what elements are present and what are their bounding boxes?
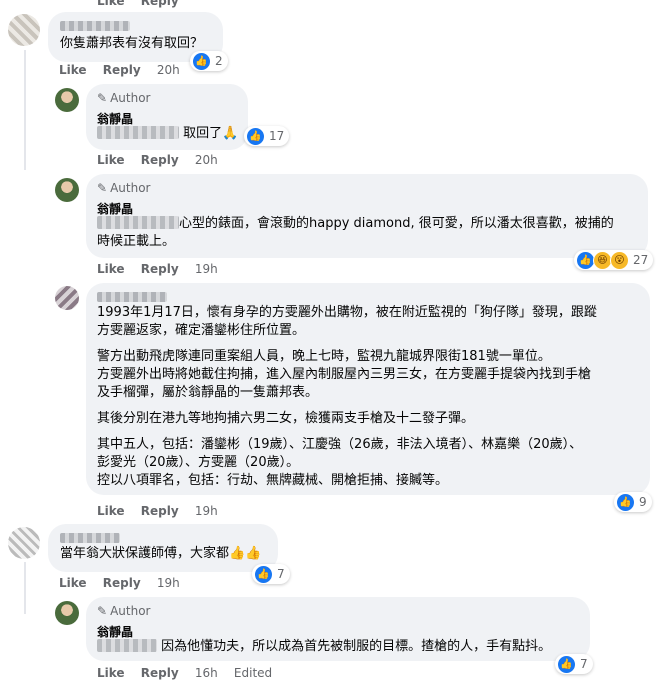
wow-icon: 😮	[610, 250, 629, 270]
timestamp[interactable]: 19h	[195, 504, 218, 518]
avatar[interactable]	[55, 286, 79, 310]
comment-bubble: 當年翁大狀保護師傅，大家都👍👍	[48, 524, 278, 572]
comment-text: 當年翁大狀保護師傅，大家都👍👍	[60, 546, 262, 561]
like-button[interactable]: Like	[97, 0, 125, 8]
reaction-summary[interactable]: 👍 7	[555, 654, 593, 674]
avatar[interactable]	[55, 178, 79, 202]
like-button[interactable]: Like	[97, 262, 125, 276]
reply-button[interactable]: Reply	[141, 666, 179, 680]
reply-button[interactable]: Reply	[141, 0, 179, 8]
author-badge: ✎ Author	[97, 181, 151, 195]
thread-line	[24, 562, 26, 614]
blurred-mention	[97, 216, 179, 229]
timestamp[interactable]: 19h	[157, 576, 180, 590]
comment-actions: Like Reply 20h	[97, 153, 218, 167]
comment-text-line: 心型的錶面，會滾動的happy diamond, 很可愛，所以潘太很喜歡，被捕的	[97, 214, 614, 234]
timestamp[interactable]: 16h	[195, 666, 218, 680]
commenter-name-blurred[interactable]	[97, 292, 167, 302]
comment-text-line: 方雯麗外出時將她截住拘捕，進入屋內制服屋內三男三女，在方雯麗手提袋內找到手槍	[97, 367, 592, 382]
pen-icon: ✎	[97, 181, 108, 195]
like-icon: 👍	[616, 492, 635, 512]
like-button[interactable]: Like	[97, 666, 125, 680]
avatar[interactable]	[55, 601, 79, 625]
comment-text: 你隻蕭邦表有沒有取回？	[60, 36, 204, 51]
timestamp[interactable]: 19h	[195, 262, 218, 276]
comment-actions: Like Reply 19h	[97, 262, 218, 276]
timestamp[interactable]: 20h	[195, 153, 218, 167]
reaction-count: 17	[269, 129, 285, 143]
avatar[interactable]	[8, 527, 40, 559]
reply-button[interactable]: Reply	[141, 153, 179, 167]
comment-text-line: 控以八項罪名，包括：行劫、無牌藏械、開槍拒捕、接贓等。	[97, 473, 449, 488]
comment-text-line: 1993年1月17日，懷有身孕的方雯麗外出購物，被在附近監視的「狗仔隊」發現，跟…	[97, 305, 597, 320]
comment-text-line: 警方出動飛虎隊連同重案組人員，晚上七時，監視九龍城界限街181號一單位。	[97, 349, 551, 364]
like-button[interactable]: Like	[59, 576, 87, 590]
comment-bubble: ✎ Author 翁靜晶 心型的錶面，會滾動的happy diamond, 很可愛…	[86, 174, 648, 258]
reaction-summary[interactable]: 👍 7	[252, 564, 290, 584]
reaction-count: 7	[580, 657, 588, 671]
reaction-summary[interactable]: 👍 9	[614, 492, 652, 512]
reaction-summary[interactable]: 👍 2	[190, 51, 228, 71]
reply-button[interactable]: Reply	[103, 63, 141, 77]
comment-actions: Like Reply 16h Edited	[97, 666, 272, 680]
comment-text-line: 其後分別在港九等地拘捕六男二女，檢獲兩支手槍及十二發子彈。	[97, 411, 475, 426]
like-button[interactable]: Like	[59, 63, 87, 77]
comment-actions: Like Reply 20h	[59, 63, 180, 77]
comment-actions: Like Reply 19h	[97, 504, 218, 518]
reply-button[interactable]: Reply	[103, 576, 141, 590]
reply-button[interactable]: Reply	[141, 262, 179, 276]
commenter-name-blurred[interactable]	[60, 533, 120, 543]
edited-label[interactable]: Edited	[234, 666, 272, 680]
reaction-count: 27	[633, 253, 649, 267]
comment-text-line: 方雯麗返家，確定潘鑾彬住所位置。	[97, 323, 306, 338]
like-icon: 👍	[192, 51, 211, 71]
comment-text: 取回了🙏	[97, 124, 238, 144]
avatar[interactable]	[55, 88, 79, 112]
like-icon: 👍	[557, 654, 576, 674]
comment-actions: Like Reply 19h	[59, 576, 180, 590]
avatar[interactable]	[8, 14, 40, 46]
like-button[interactable]: Like	[97, 504, 125, 518]
comment-text-line: 時候正載上。	[97, 234, 176, 249]
previous-comment-actions: Like Reply	[97, 0, 179, 8]
reaction-summary[interactable]: 👍 😆 😮 27	[574, 250, 654, 270]
pen-icon: ✎	[97, 604, 108, 618]
comment-bubble: 1993年1月17日，懷有身孕的方雯麗外出購物，被在附近監視的「狗仔隊」發現，跟…	[86, 283, 650, 495]
author-badge: ✎ Author	[97, 604, 151, 618]
timestamp[interactable]: 20h	[157, 63, 180, 77]
comment-text-line: 其中五人，包括：潘鑾彬（19歲）、江慶強（26歲，非法入境者）、林嘉樂（20歲）…	[97, 437, 583, 452]
pen-icon: ✎	[97, 91, 108, 105]
comment-text-line: 及手榴彈，屬於翁靜晶的一隻蕭邦表。	[97, 385, 319, 400]
blurred-mention	[97, 639, 157, 652]
reaction-count: 9	[639, 495, 647, 509]
commenter-name-blurred[interactable]	[60, 21, 130, 31]
like-icon: 👍	[254, 564, 273, 584]
reaction-count: 7	[277, 567, 285, 581]
reaction-summary[interactable]: 👍 17	[244, 126, 290, 146]
comment-text: 因為他懂功夫，所以成為首先被制服的目標。揸槍的人，手有點抖。	[97, 637, 551, 657]
thread-line	[24, 50, 26, 170]
like-icon: 👍	[246, 126, 265, 146]
author-badge: ✎ Author	[97, 91, 151, 105]
comment-bubble: ✎ Author 翁靜晶 因為他懂功夫，所以成為首先被制服的目標。揸槍的人，手有點…	[86, 597, 590, 661]
comment-bubble: ✎ Author 翁靜晶 取回了🙏	[86, 84, 248, 150]
blurred-mention	[97, 126, 179, 139]
reaction-count: 2	[215, 54, 223, 68]
comment-text-line: 彭愛光（20歲）、方雯麗（20歲）。	[97, 455, 300, 470]
like-button[interactable]: Like	[97, 153, 125, 167]
reply-button[interactable]: Reply	[141, 504, 179, 518]
